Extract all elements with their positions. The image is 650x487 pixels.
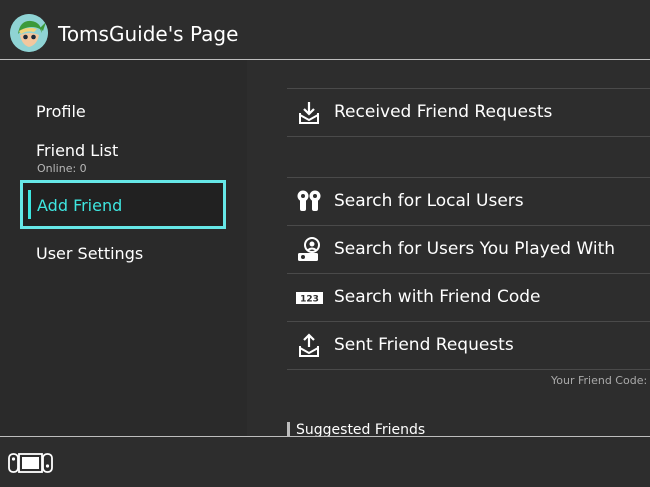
sidebar-item-label: Add Friend	[37, 196, 123, 215]
page-title: TomsGuide's Page	[58, 22, 239, 46]
row-label: Received Friend Requests	[334, 102, 553, 122]
online-count: Online: 0	[37, 162, 87, 175]
search-played-with-button[interactable]: Search for Users You Played With	[287, 226, 650, 273]
outbox-upload-icon	[299, 333, 319, 357]
local-users-icon	[297, 190, 321, 211]
switch-console-icon	[8, 453, 53, 473]
link-avatar-icon	[10, 14, 48, 52]
sidebar-item-add-friend[interactable]: Add Friend	[20, 180, 226, 229]
received-friend-requests-button[interactable]: Received Friend Requests	[287, 89, 650, 136]
footer	[0, 437, 650, 487]
played-with-icon	[298, 237, 320, 261]
inbox-download-icon	[299, 102, 319, 124]
sidebar-item-friend-list[interactable]: Friend List	[36, 141, 118, 160]
row-label: Search with Friend Code	[334, 287, 541, 307]
selection-indicator	[28, 190, 31, 219]
svg-text:123: 123	[300, 295, 319, 305]
row-label: Search for Local Users	[334, 191, 524, 211]
friend-code-123-icon: 123	[296, 292, 323, 305]
search-friend-code-button[interactable]: 123 Search with Friend Code	[287, 274, 650, 321]
row-label: Search for Users You Played With	[334, 239, 616, 259]
divider	[287, 369, 650, 370]
sent-friend-requests-button[interactable]: Sent Friend Requests	[287, 322, 650, 369]
friend-code-label: Your Friend Code:	[551, 374, 648, 387]
section-marker	[287, 422, 290, 437]
divider	[287, 136, 650, 137]
sidebar-item-profile[interactable]: Profile	[36, 102, 86, 121]
sidebar-item-user-settings[interactable]: User Settings	[36, 244, 143, 263]
search-local-users-button[interactable]: Search for Local Users	[287, 178, 650, 225]
header: TomsGuide's Page	[0, 0, 650, 60]
row-label: Sent Friend Requests	[334, 335, 514, 355]
avatar[interactable]	[10, 14, 48, 52]
